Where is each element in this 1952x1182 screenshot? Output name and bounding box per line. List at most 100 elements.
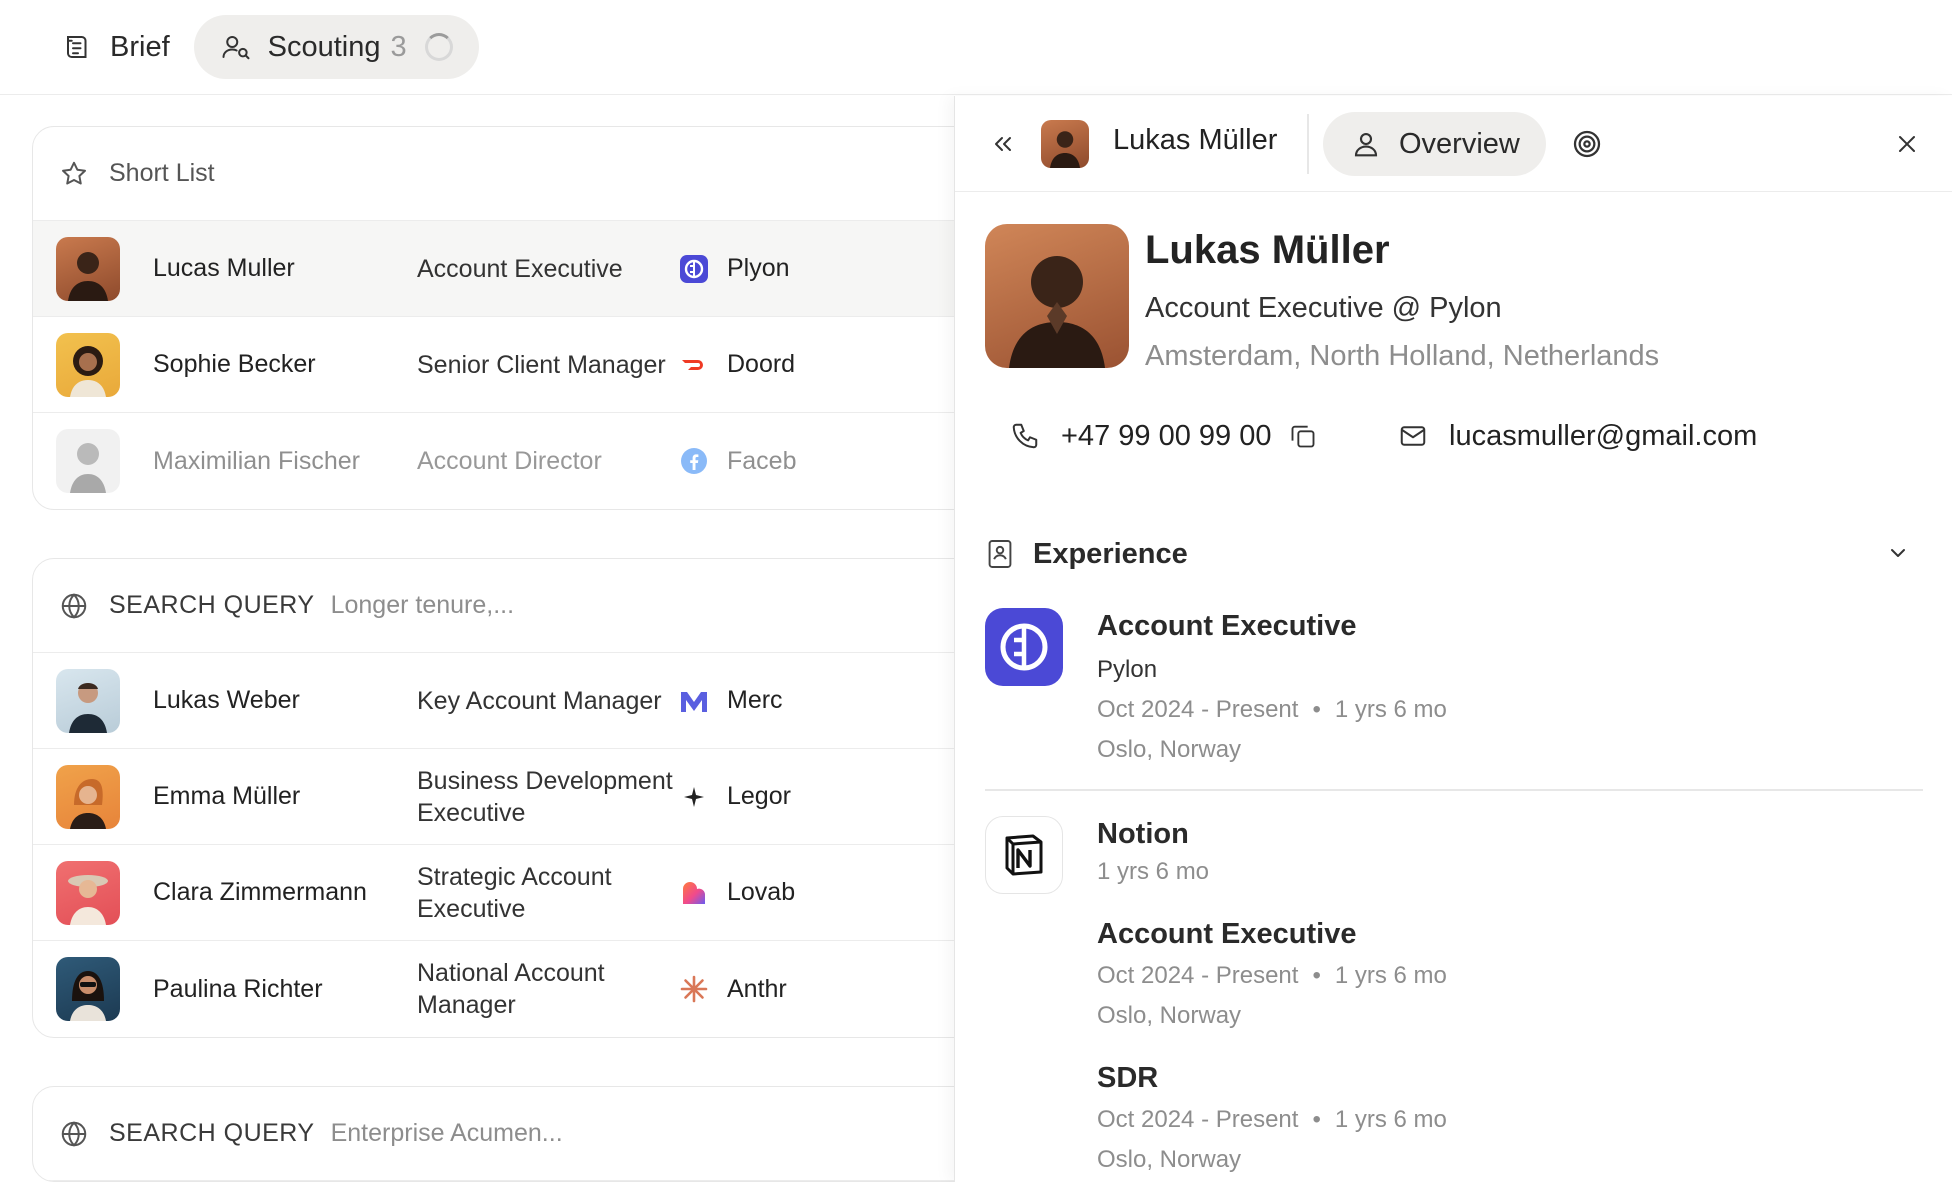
avatar <box>1041 120 1089 168</box>
candidate-company: Doord <box>679 350 795 380</box>
candidate-company: Plyon <box>679 254 790 284</box>
experience-dates: Oct 2024 - Present • 1 yrs 6 mo <box>1097 962 1447 990</box>
avatar <box>56 957 120 1021</box>
table-row[interactable]: Paulina Richter National Account Manager… <box>33 941 954 1037</box>
profile-photo <box>985 224 1129 368</box>
short-list-title: Short List <box>109 159 215 187</box>
company-name: Anthr <box>727 974 787 1003</box>
date-range: Oct 2024 - Present <box>1097 696 1299 723</box>
table-row[interactable]: Lukas Weber Key Account Manager Merc <box>33 653 954 749</box>
experience-company: Pylon <box>1097 656 1158 683</box>
candidate-role: Strategic Account Executive <box>417 862 612 923</box>
close-icon[interactable] <box>1891 128 1923 160</box>
experience-dates: Oct 2024 - Present • 1 yrs 6 mo <box>1097 696 1447 724</box>
candidate-name: Sophie Becker <box>153 350 316 378</box>
legora-logo-icon <box>679 782 709 812</box>
avatar <box>56 236 120 301</box>
panel-header: Lukas Müller Overview <box>955 96 1952 192</box>
company-name: Faceb <box>727 446 797 475</box>
candidate-name: Emma Müller <box>153 782 301 810</box>
candidate-company: Legor <box>679 782 791 812</box>
tab-scouting-label: Scouting <box>267 30 381 63</box>
experience-title: Account Executive <box>1097 918 1357 950</box>
experience-title: Account Executive <box>1097 610 1357 642</box>
separator-dot: • <box>1312 696 1321 723</box>
duration: 1 yrs 6 mo <box>1334 1106 1447 1133</box>
email-address[interactable]: lucasmuller@gmail.com <box>1449 420 1757 453</box>
search-query-header[interactable]: SEARCH QUERY Enterprise Acumen... <box>33 1087 954 1181</box>
table-row[interactable]: Lucas Muller Account Executive Plyon <box>33 221 954 317</box>
search-query-label: SEARCH QUERY <box>109 591 315 619</box>
company-tenure: 1 yrs 6 mo <box>1097 858 1210 885</box>
company-name: Lovab <box>727 878 796 906</box>
candidate-name: Clara Zimmermann <box>153 878 367 906</box>
brief-icon <box>60 29 96 65</box>
table-row[interactable]: Clara Zimmermann Strategic Account Execu… <box>33 845 954 941</box>
duration: 1 yrs 6 mo <box>1334 696 1447 723</box>
copy-icon[interactable] <box>1287 420 1319 452</box>
table-row[interactable]: Maximilian Fischer Account Director Face… <box>33 413 954 509</box>
user-icon <box>1349 127 1383 161</box>
tab-overview[interactable]: Overview <box>1323 112 1546 176</box>
candidate-company: Merc <box>679 686 783 716</box>
candidate-company: Faceb <box>679 446 796 476</box>
experience-dates: Oct 2024 - Present • 1 yrs 6 mo <box>1097 1106 1447 1134</box>
facebook-logo-icon <box>679 446 709 476</box>
date-range: Oct 2024 - Present <box>1097 1106 1299 1133</box>
anthropic-logo-icon <box>679 974 709 1004</box>
pylon-logo-icon <box>679 254 709 284</box>
chevrons-left-icon[interactable] <box>987 128 1019 160</box>
candidate-company: Lovab <box>679 878 795 908</box>
company-name: Merc <box>727 686 783 714</box>
divider <box>1307 114 1309 174</box>
star-icon <box>57 157 91 191</box>
company-name: Doord <box>727 350 796 378</box>
search-query-text: Enterprise Acumen... <box>330 1119 563 1147</box>
short-list-header[interactable]: Short List <box>33 127 954 221</box>
avatar <box>56 332 120 397</box>
notion-logo-icon <box>985 816 1063 894</box>
table-row[interactable]: Emma Müller Business Development Executi… <box>33 749 954 845</box>
chevron-down-icon[interactable] <box>1883 538 1913 568</box>
avatar <box>56 860 120 925</box>
profile-name: Lukas Müller <box>1145 228 1390 272</box>
candidate-lists: Short List Lucas Muller Account Executiv… <box>0 96 954 1182</box>
scouting-count: 3 <box>390 30 407 63</box>
mercury-logo-icon <box>679 686 709 716</box>
search-query-header[interactable]: SEARCH QUERY Longer tenure,... <box>33 559 954 653</box>
separator-dot: • <box>1312 962 1321 989</box>
search-query-label: SEARCH QUERY <box>109 1119 315 1147</box>
company-name: Legor <box>727 782 791 810</box>
candidate-name: Lukas Weber <box>153 686 300 714</box>
experience-company: Notion <box>1097 818 1189 850</box>
target-icon[interactable] <box>1569 126 1605 162</box>
avatar <box>56 429 120 493</box>
candidate-role: National Account Manager <box>417 959 605 1019</box>
divider <box>985 789 1923 791</box>
mail-icon <box>1395 418 1431 454</box>
email-contact: lucasmuller@gmail.com <box>1395 418 1757 454</box>
globe-icon <box>57 1117 91 1151</box>
tab-brief[interactable]: Brief <box>48 15 182 79</box>
contact-book-icon <box>985 537 1015 571</box>
phone-contact: +47 99 00 99 00 <box>1007 418 1319 454</box>
tab-scouting[interactable]: Scouting 3 <box>193 15 479 79</box>
table-row[interactable]: Sophie Becker Senior Client Manager Door… <box>33 317 954 413</box>
experience-location: Oslo, Norway <box>1097 1146 1242 1173</box>
tab-overview-label: Overview <box>1399 127 1520 160</box>
avatar <box>56 764 120 829</box>
pylon-logo-icon <box>985 608 1063 686</box>
tab-brief-label: Brief <box>110 30 170 63</box>
lovable-logo-icon <box>679 878 709 908</box>
search-query-card: SEARCH QUERY Longer tenure,... Lukas Web… <box>32 558 954 1038</box>
experience-location: Oslo, Norway <box>1097 736 1242 763</box>
search-query-card: SEARCH QUERY Enterprise Acumen... <box>32 1086 954 1182</box>
profile-location: Amsterdam, North Holland, Netherlands <box>1145 340 1660 372</box>
candidate-company: Anthr <box>679 974 787 1004</box>
experience-heading: Experience <box>1033 537 1188 570</box>
panel-candidate-name: Lukas Müller <box>1113 124 1278 156</box>
experience-title: SDR <box>1097 1062 1159 1094</box>
doordash-logo-icon <box>679 350 709 380</box>
experience-section-header[interactable]: Experience <box>985 532 1927 576</box>
phone-number[interactable]: +47 99 00 99 00 <box>1061 420 1271 453</box>
